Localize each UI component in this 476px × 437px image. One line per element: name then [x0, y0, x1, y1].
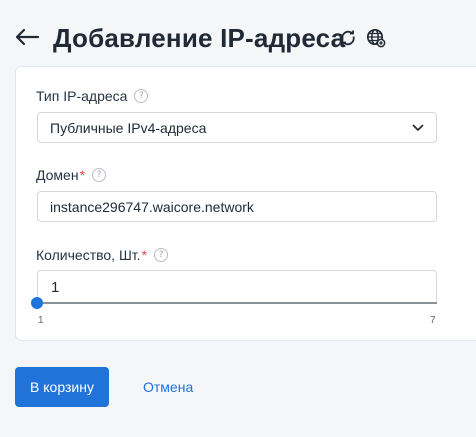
quantity-slider-thumb[interactable]	[31, 297, 43, 309]
ip-type-label: Тип IP-адреса ?	[36, 87, 149, 105]
ip-type-selected-value: Публичные IPv4-адреса	[50, 119, 207, 136]
question-icon[interactable]: ?	[92, 168, 107, 182]
domain-label-text: Домен	[36, 167, 79, 183]
quantity-slider-track[interactable]	[31, 297, 437, 309]
chevron-down-icon	[412, 124, 424, 132]
domain-label: Домен * ?	[36, 166, 107, 184]
quantity-label-text: Количество, Шт.	[36, 247, 141, 263]
slider-min-label: 1	[38, 315, 44, 326]
ip-type-select[interactable]: Публичные IPv4-адреса	[37, 112, 437, 143]
form-card: Тип IP-адреса ? Публичные IPv4-адреса До…	[15, 66, 476, 341]
required-mark: *	[79, 167, 86, 183]
question-icon[interactable]: ?	[134, 89, 149, 103]
globe-icon[interactable]	[366, 28, 386, 48]
domain-input[interactable]: instance296747.waicore.network	[37, 191, 437, 222]
slider-max-label: 7	[430, 315, 436, 326]
page-header: Добавление IP-адреса	[0, 0, 476, 68]
question-icon[interactable]: ?	[154, 248, 168, 262]
ip-type-label-text: Тип IP-адреса	[36, 88, 128, 104]
refresh-icon[interactable]	[338, 28, 358, 48]
quantity-input[interactable]: 1	[37, 270, 437, 303]
domain-input-value: instance296747.waicore.network	[50, 198, 254, 215]
quantity-label: Количество, Шт. * ?	[36, 246, 168, 264]
required-mark: *	[141, 247, 147, 263]
add-to-cart-button[interactable]: В корзину	[15, 367, 109, 407]
quantity-input-value: 1	[51, 278, 60, 296]
page-title: Добавление IP-адреса	[53, 23, 346, 53]
back-arrow-icon[interactable]	[14, 26, 40, 48]
cancel-link[interactable]: Отмена	[143, 378, 193, 396]
